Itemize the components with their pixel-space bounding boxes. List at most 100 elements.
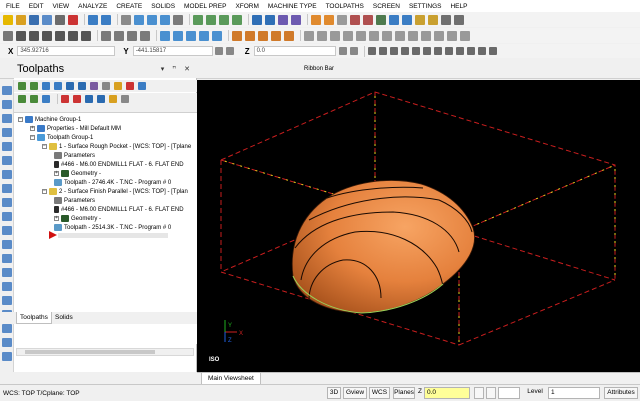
solid-select-icon[interactable] bbox=[444, 47, 453, 55]
tree-row-properties[interactable]: + Properties - Mill Default MM bbox=[30, 124, 121, 133]
rail-engrave-icon[interactable] bbox=[2, 184, 12, 193]
tree-row-parameters[interactable]: Parameters bbox=[54, 151, 95, 160]
chain-select-icon[interactable] bbox=[400, 47, 409, 55]
draft-surface-icon[interactable] bbox=[356, 30, 366, 41]
extrude-icon[interactable] bbox=[232, 30, 242, 41]
offset-icon[interactable] bbox=[212, 30, 222, 41]
zoom-window-icon[interactable] bbox=[134, 14, 144, 25]
rail-thread-icon[interactable] bbox=[2, 212, 12, 221]
fit-icon[interactable] bbox=[121, 14, 131, 25]
tree-row-toolpath-file[interactable]: Toolpath - 2746.4K - T.NC - Program # 0 bbox=[54, 178, 171, 187]
wcs-icon[interactable] bbox=[278, 14, 288, 25]
rail-blend-icon[interactable] bbox=[2, 338, 12, 347]
simulate-icon[interactable] bbox=[90, 82, 98, 90]
rail-helix-icon[interactable] bbox=[2, 226, 12, 235]
backplot-selected-icon[interactable] bbox=[66, 82, 74, 90]
tab-solids[interactable]: Solids bbox=[52, 312, 76, 324]
collapse-icon[interactable]: − bbox=[30, 135, 35, 140]
hatch-icon[interactable] bbox=[434, 30, 444, 41]
measure-icon[interactable] bbox=[402, 14, 412, 25]
spline-icon[interactable] bbox=[55, 30, 65, 41]
rail-mill-icon[interactable] bbox=[2, 86, 12, 95]
tree-row-tool[interactable]: #466 - M6.00 ENDMILL1 FLAT - 6. FLAT END bbox=[54, 205, 184, 214]
revolve-icon[interactable] bbox=[245, 30, 255, 41]
sweep-icon[interactable] bbox=[271, 30, 281, 41]
wireframe-icon[interactable] bbox=[324, 14, 334, 25]
surface-icon[interactable] bbox=[304, 30, 314, 41]
attributes-icon[interactable] bbox=[441, 14, 451, 25]
collapse-icon[interactable]: − bbox=[42, 144, 47, 149]
dome-part[interactable] bbox=[291, 180, 475, 314]
menu-model-prep[interactable]: MODEL PREP bbox=[184, 3, 226, 10]
tree-row-geometry[interactable]: + Geometry - bbox=[54, 169, 101, 178]
toggle-posting-icon[interactable] bbox=[42, 95, 50, 103]
tree-row-toolpath-group[interactable]: − Toolpath Group-1 bbox=[30, 133, 93, 142]
menu-help[interactable]: HELP bbox=[450, 3, 467, 10]
rail-chamfer-icon[interactable] bbox=[2, 198, 12, 207]
rail-slot-icon[interactable] bbox=[2, 170, 12, 179]
circle-icon[interactable] bbox=[42, 30, 52, 41]
collapse-icon[interactable]: − bbox=[42, 189, 47, 194]
rail-dynamic-icon[interactable] bbox=[2, 240, 12, 249]
move-down-icon[interactable] bbox=[61, 95, 69, 103]
analyze-icon[interactable] bbox=[389, 14, 399, 25]
wcs-button[interactable]: WCS bbox=[369, 387, 390, 399]
viewport-canvas[interactable]: X Y Z ISO bbox=[197, 80, 640, 372]
line-icon[interactable] bbox=[16, 30, 26, 41]
mirror-icon[interactable] bbox=[186, 30, 196, 41]
rail-surface-icon[interactable] bbox=[2, 156, 12, 165]
save-as-icon[interactable] bbox=[42, 14, 52, 25]
graphics-viewport[interactable]: X Y Z ISO bbox=[197, 80, 640, 372]
select-all-icon[interactable] bbox=[367, 47, 376, 55]
delete-icon[interactable] bbox=[68, 14, 78, 25]
zoom-out-icon[interactable] bbox=[160, 14, 170, 25]
undo-icon[interactable] bbox=[88, 14, 98, 25]
rail-scallop-icon[interactable] bbox=[2, 282, 12, 291]
tree-row-machine-group[interactable]: − Machine Group-1 bbox=[18, 115, 81, 124]
rail-optirough-icon[interactable] bbox=[2, 254, 12, 263]
expand-icon[interactable]: + bbox=[30, 126, 35, 131]
expand-icon[interactable]: + bbox=[54, 216, 59, 221]
rail-contour-icon[interactable] bbox=[2, 100, 12, 109]
tree-horizontal-scrollbar[interactable] bbox=[16, 348, 194, 356]
z-coord-field[interactable]: 0.0 bbox=[253, 46, 336, 56]
snap-icon[interactable] bbox=[225, 47, 234, 55]
tplane-icon[interactable] bbox=[265, 14, 275, 25]
menu-create[interactable]: CREATE bbox=[116, 3, 142, 10]
color-icon[interactable] bbox=[486, 387, 496, 399]
open-file-icon[interactable] bbox=[16, 14, 26, 25]
expand-icon[interactable]: + bbox=[54, 171, 59, 176]
save-icon[interactable] bbox=[29, 14, 39, 25]
redo-icon[interactable] bbox=[101, 14, 111, 25]
menu-solids[interactable]: SOLIDS bbox=[151, 3, 175, 10]
insert-arrow-icon[interactable] bbox=[49, 231, 57, 239]
origin-icon[interactable] bbox=[291, 14, 301, 25]
break-icon[interactable] bbox=[140, 30, 150, 41]
trim-surface-icon[interactable] bbox=[382, 30, 392, 41]
polygon-icon[interactable] bbox=[81, 30, 91, 41]
print-icon[interactable] bbox=[55, 14, 65, 25]
rail-radial-icon[interactable] bbox=[2, 324, 12, 333]
help-icon[interactable] bbox=[138, 82, 146, 90]
rail-pencil-icon[interactable] bbox=[2, 296, 12, 305]
lock-icon[interactable] bbox=[214, 47, 223, 55]
color-swatch-field[interactable] bbox=[498, 387, 520, 399]
select-invalid-ops-icon[interactable] bbox=[30, 82, 38, 90]
face-select-icon[interactable] bbox=[455, 47, 464, 55]
edge-select-icon[interactable] bbox=[466, 47, 475, 55]
tree-row-operation-2[interactable]: − 2 - Surface Finish Parallel - [WCS: TO… bbox=[42, 187, 188, 196]
boolean-icon[interactable] bbox=[284, 30, 294, 41]
vector-select-icon[interactable] bbox=[422, 47, 431, 55]
panel-window-controls[interactable]: ▾ ꟸ ✕ bbox=[161, 65, 193, 73]
note-icon[interactable] bbox=[447, 30, 457, 41]
3d-button[interactable]: 3D bbox=[327, 387, 341, 399]
rail-more-icon[interactable] bbox=[2, 352, 12, 361]
scroll-to-insert-icon[interactable] bbox=[97, 95, 105, 103]
scale-icon[interactable] bbox=[199, 30, 209, 41]
x-coord-field[interactable]: 345.92716 bbox=[17, 46, 116, 56]
level-icon[interactable] bbox=[428, 14, 438, 25]
fillet-icon[interactable] bbox=[101, 30, 111, 41]
menu-machine-type[interactable]: MACHINE TYPE bbox=[268, 3, 317, 10]
select-all-ops-icon[interactable] bbox=[18, 82, 26, 90]
regenerate-dirty-icon[interactable] bbox=[54, 82, 62, 90]
